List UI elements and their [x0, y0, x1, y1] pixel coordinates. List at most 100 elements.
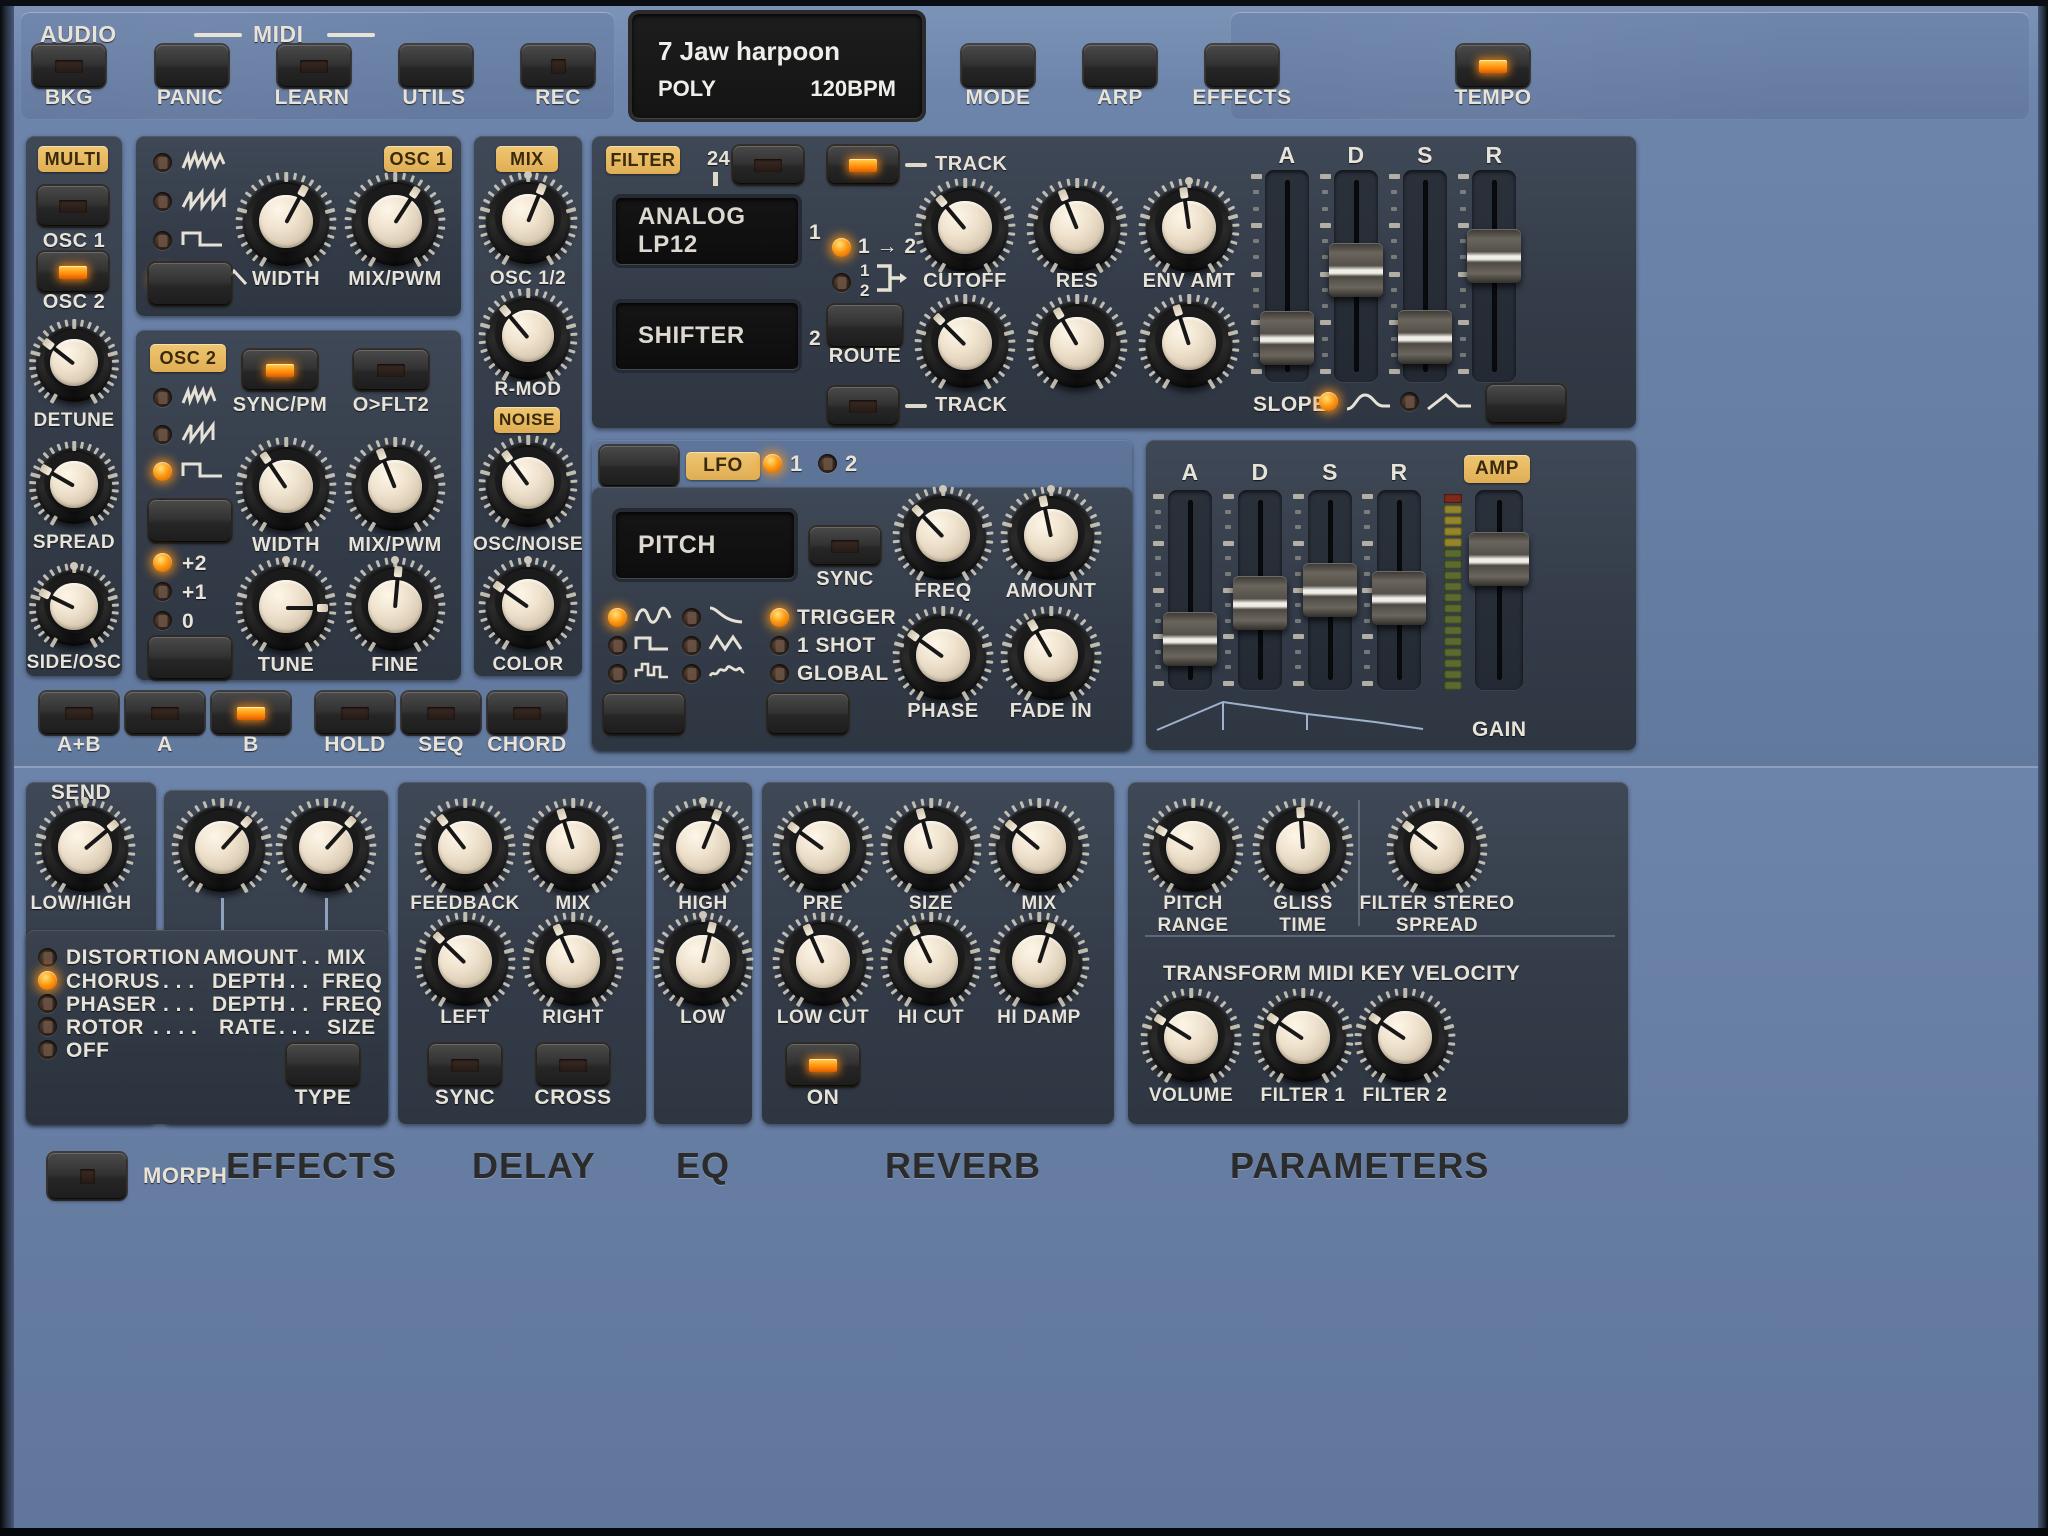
spread-knob[interactable]	[29, 441, 119, 527]
filter-env-extra-button[interactable]	[1487, 385, 1565, 423]
effects-type-button[interactable]	[287, 1044, 359, 1086]
effect-rotor-led[interactable]	[38, 1017, 57, 1036]
velocity-filter1-knob[interactable]	[1252, 988, 1354, 1084]
lfo-mode-1shot-led[interactable]	[770, 636, 789, 655]
reverb-on-button[interactable]	[787, 1044, 859, 1086]
filter-track-top-button[interactable]	[828, 146, 898, 184]
eq-low-knob[interactable]	[652, 910, 754, 1008]
cutoff-knob-2[interactable]	[914, 294, 1016, 390]
voice-a-button[interactable]	[126, 692, 204, 734]
tempo-button[interactable]	[1457, 45, 1529, 87]
reverb-hidamp-knob[interactable]	[988, 912, 1090, 1008]
learn-button[interactable]	[278, 45, 350, 87]
lfo-shape-square-led[interactable]	[608, 636, 627, 655]
reverb-hicut-knob[interactable]	[880, 912, 982, 1008]
lfo-mode-button[interactable]	[768, 694, 848, 734]
osc2-octave-button[interactable]	[149, 637, 231, 679]
lfo-sync-button[interactable]	[810, 527, 880, 565]
mode-button[interactable]	[962, 45, 1034, 87]
utils-button[interactable]	[400, 45, 472, 87]
osc1-sub-button[interactable]	[149, 263, 231, 305]
osc1-wave-noise-led[interactable]	[153, 153, 172, 172]
delay-feedback-knob[interactable]	[414, 798, 516, 894]
osc2-syncpm-button[interactable]	[243, 350, 317, 390]
filter-track-bottom-button[interactable]	[828, 387, 898, 425]
amp-r-fader[interactable]	[1371, 490, 1427, 690]
osc1-width-knob[interactable]	[235, 172, 337, 268]
filter-route-parallel-led[interactable]	[832, 273, 851, 292]
lfo-phase-knob[interactable]	[892, 606, 994, 702]
filter-env-d-fader[interactable]	[1328, 170, 1384, 382]
velocity-filter2-knob[interactable]	[1354, 988, 1456, 1084]
delay-sync-button[interactable]	[429, 1044, 501, 1086]
gain-fader[interactable]	[1469, 490, 1529, 690]
lfo-mode-trigger-led[interactable]	[770, 608, 789, 627]
lfo-freq-knob[interactable]	[892, 484, 994, 582]
filter-route-button[interactable]	[828, 305, 902, 347]
mix-osc12-knob[interactable]	[478, 170, 578, 266]
osc2-sub-button[interactable]	[149, 500, 231, 542]
lfo-shape-triangle-led[interactable]	[682, 636, 701, 655]
main-display[interactable]: 7 Jaw harpoon POLY 120BPM	[632, 14, 922, 118]
rec-button[interactable]	[522, 45, 594, 87]
slope-lin-led[interactable]	[1400, 392, 1419, 411]
effect-phaser-led[interactable]	[38, 994, 57, 1013]
mix-oscnoise-knob[interactable]	[478, 435, 578, 529]
reverb-size-knob[interactable]	[880, 798, 982, 894]
effects-param2-knob[interactable]	[275, 798, 377, 894]
lfo-mode-global-led[interactable]	[770, 664, 789, 683]
effect-distortion-led[interactable]	[38, 948, 57, 967]
effect-off-led[interactable]	[38, 1040, 57, 1059]
lfo-shape-sine-led[interactable]	[608, 608, 627, 627]
mix-color-knob[interactable]	[478, 555, 578, 651]
amp-s-fader[interactable]	[1302, 490, 1358, 690]
effects-button[interactable]	[1206, 45, 1278, 87]
reverb-mix-knob[interactable]	[988, 798, 1090, 894]
arp-button[interactable]	[1084, 45, 1156, 87]
lfo-target-display[interactable]: PITCH	[616, 512, 794, 578]
pitch-range-knob[interactable]	[1142, 798, 1244, 894]
hold-button[interactable]	[316, 692, 394, 734]
eq-high-knob[interactable]	[652, 796, 754, 894]
osc2-tune-knob[interactable]	[235, 555, 337, 653]
osc2-oct-plus1-led[interactable]	[153, 582, 172, 601]
detune-knob[interactable]	[29, 319, 119, 405]
filter-stereo-spread-knob[interactable]	[1386, 798, 1488, 894]
chord-button[interactable]	[488, 692, 566, 734]
delay-cross-button[interactable]	[537, 1044, 609, 1086]
lfo-prev-button[interactable]	[600, 446, 678, 486]
reverb-lowcut-knob[interactable]	[772, 912, 874, 1008]
effects-param1-knob[interactable]	[171, 798, 273, 894]
amp-a-fader[interactable]	[1162, 490, 1218, 690]
delay-right-knob[interactable]	[522, 912, 624, 1008]
amp-d-fader[interactable]	[1232, 490, 1288, 690]
lfo-shape-random-step-led[interactable]	[608, 664, 627, 683]
lfo-select-1-led[interactable]	[763, 454, 782, 473]
osc1-wave-saw-led[interactable]	[153, 192, 172, 211]
osc2-mixpwm-knob[interactable]	[344, 437, 446, 533]
voice-b-button[interactable]	[212, 692, 290, 734]
res-knob-1[interactable]	[1026, 178, 1128, 274]
filter-slope-button[interactable]	[733, 146, 803, 184]
osc2-ofilt2-button[interactable]	[354, 350, 428, 390]
morph-button[interactable]	[48, 1153, 126, 1199]
filter-env-a-fader[interactable]	[1259, 170, 1315, 382]
osc2-oct-zero-led[interactable]	[153, 611, 172, 630]
osc2-wave-square-led[interactable]	[153, 462, 172, 481]
lfo-shape-smooth-random-led[interactable]	[682, 664, 701, 683]
filter-env-r-fader[interactable]	[1466, 170, 1522, 382]
lfo-shape-decay-led[interactable]	[682, 608, 701, 627]
voice-ab-button[interactable]	[40, 692, 118, 734]
bkg-button[interactable]	[33, 45, 105, 87]
osc2-oct-plus2-led[interactable]	[153, 553, 172, 572]
osc2-wave-saw-led[interactable]	[153, 425, 172, 444]
osc2-width-knob[interactable]	[235, 437, 337, 533]
lfo-fadein-knob[interactable]	[1000, 606, 1102, 702]
osc2-select-button[interactable]	[38, 252, 108, 292]
osc1-select-button[interactable]	[38, 186, 108, 226]
lfo-shape-button[interactable]	[604, 694, 684, 734]
delay-left-knob[interactable]	[414, 912, 516, 1008]
reverb-pre-knob[interactable]	[772, 798, 874, 894]
osc2-fine-knob[interactable]	[344, 555, 446, 653]
mix-rmod-knob[interactable]	[478, 288, 578, 382]
